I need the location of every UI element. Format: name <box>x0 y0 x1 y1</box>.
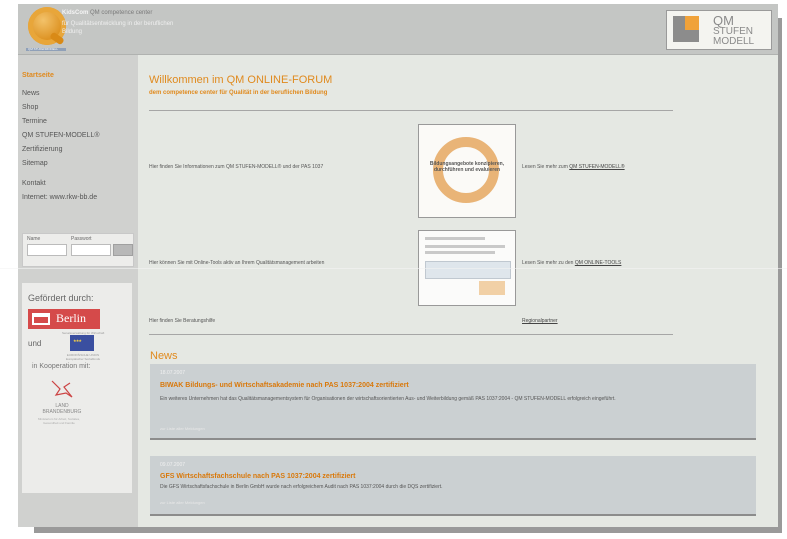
sidebar-nav: Startseite News Shop Termine QM STUFEN-M… <box>22 69 100 205</box>
qm-logo-line-3: MODELL <box>713 36 755 47</box>
nav-item-sitemap[interactable]: Sitemap <box>22 157 100 171</box>
nav-item-shop[interactable]: Shop <box>22 101 100 115</box>
password-label: Passwort <box>71 236 92 242</box>
tools-panel <box>425 261 511 279</box>
eu-flag-icon[interactable] <box>70 335 94 351</box>
row-info-text: Hier finden Sie Informationen zum QM STU… <box>149 164 324 170</box>
login-form: Name Passwort <box>22 233 134 267</box>
kooperation-label: in Kooperation mit: <box>32 363 91 370</box>
news-more-link[interactable]: zur Liste aller Meldungen <box>160 426 205 431</box>
regionalpartner-link[interactable]: Regionalpartner <box>522 318 558 324</box>
news-more-link[interactable]: zur Liste aller Meldungen <box>160 500 205 505</box>
berlin-logo[interactable]: Berlin <box>28 309 100 329</box>
logo-sub: QM STUFENMODELL <box>28 47 59 51</box>
row-info-link-prefix: Lesen Sie mehr zum <box>522 164 570 170</box>
page-title: Willkommen im QM ONLINE-FORUM <box>149 74 333 86</box>
row-beratung-text: Hier finden Sie Beratungshilfe <box>149 318 216 324</box>
news-title[interactable]: BIWAK Bildungs- und Wirtschaftsakademie … <box>160 382 409 389</box>
row-tools-link-prefix: Lesen Sie mehr zu den <box>522 260 575 266</box>
news-title[interactable]: GFS Wirtschaftsfachschule nach PAS 1037:… <box>160 473 356 480</box>
news-heading: News <box>150 350 178 362</box>
gefoerdert-label: Gefördert durch: <box>28 293 94 303</box>
tools-bar <box>425 245 505 248</box>
berlin-bear-icon <box>32 313 50 325</box>
brand-bold: KidsCom <box>62 10 89 16</box>
sponsor-box: Gefördert durch: Berlin Senatsverwaltung… <box>22 283 132 493</box>
tools-accent <box>479 281 505 295</box>
nav-item-internet[interactable]: Internet: www.rkw-bb.de <box>22 191 100 205</box>
tools-bar <box>425 251 495 254</box>
news-item: 18.07.2007 BIWAK Bildungs- und Wirtschaf… <box>150 364 756 440</box>
divider <box>149 110 673 111</box>
page: KidsCom QM competence center für Qualitä… <box>18 4 778 527</box>
qm-logo-text: QM STUFEN MODELL <box>713 14 754 47</box>
sidebar: Startseite News Shop Termine QM STUFEN-M… <box>18 55 138 527</box>
news-body: Die GFS Wirtschaftsfachschule in Berlin … <box>160 484 443 490</box>
cycle-graphic[interactable]: Bildungsangebote konzipieren, durchführe… <box>418 124 516 218</box>
nav-item-zertifizierung[interactable]: Zertifizierung <box>22 143 100 157</box>
row-tools-text: Hier können Sie mit Online-Tools aktiv a… <box>149 260 325 266</box>
nav-item-kontakt[interactable]: Kontakt <box>22 177 100 191</box>
news-date: 09.07.2007 <box>160 462 186 468</box>
eu-sub: EUROPÄISCHE UNION Europäischer Sozialfon… <box>65 353 101 361</box>
nav-item-qm-stufen-modell[interactable]: QM STUFEN-MODELL® <box>22 129 100 143</box>
logo-square-accent-icon <box>685 16 699 30</box>
land-brandenburg: LAND BRANDENBURG <box>42 403 82 415</box>
nav-item-termine[interactable]: Termine <box>22 115 100 129</box>
und-label: und <box>28 339 42 348</box>
cycle-text: Bildungsangebote konzipieren, durchführe… <box>429 161 505 173</box>
brand-cc: QM competence center <box>90 10 153 16</box>
row-beratung-link: Regionalpartner <box>522 318 558 324</box>
news-date: 18.07.2007 <box>160 370 186 376</box>
brand-name: KidsCom QM competence center <box>62 10 152 16</box>
brand-tagline: für Qualitätsentwicklung in der beruflic… <box>62 21 174 35</box>
tools-bar <box>425 237 485 240</box>
berlin-text: Berlin <box>56 311 86 325</box>
q-logo-icon[interactable] <box>28 7 66 45</box>
land-line-2: BRANDENBURG <box>42 409 82 415</box>
row-tools-link: Lesen Sie mehr zu den QM ONLINE-TOOLS <box>522 260 621 266</box>
divider <box>149 334 673 335</box>
qm-online-tools-link[interactable]: QM ONLINE-TOOLS <box>575 260 622 266</box>
nav-item-news[interactable]: News <box>22 87 100 101</box>
login-button[interactable] <box>113 244 133 256</box>
news-item: 09.07.2007 GFS Wirtschaftsfachschule nac… <box>150 456 756 516</box>
page-subtitle: dem competence center für Qualität in de… <box>149 90 328 96</box>
qm-stufenmodell-logo[interactable]: QM STUFEN MODELL <box>666 10 772 50</box>
name-input[interactable] <box>27 244 67 256</box>
logo-underline: QM STUFENMODELL <box>26 47 66 51</box>
news-body: Ein weiteres Unternehmen hat das Qualitä… <box>160 396 616 402</box>
land-sub: Ministerium für Arbeit, Soziales, Gesund… <box>37 417 80 425</box>
password-input[interactable] <box>71 244 111 256</box>
row-info-link: Lesen Sie mehr zum QM STUFEN-MODELL® <box>522 164 625 170</box>
header: KidsCom QM competence center für Qualitä… <box>18 4 778 55</box>
brandenburg-eagle-icon[interactable] <box>42 379 82 399</box>
qm-stufen-modell-link[interactable]: QM STUFEN-MODELL® <box>569 164 624 170</box>
name-label: Name <box>27 236 41 242</box>
overlay-line <box>0 268 787 269</box>
nav-item-startseite[interactable]: Startseite <box>22 69 100 83</box>
